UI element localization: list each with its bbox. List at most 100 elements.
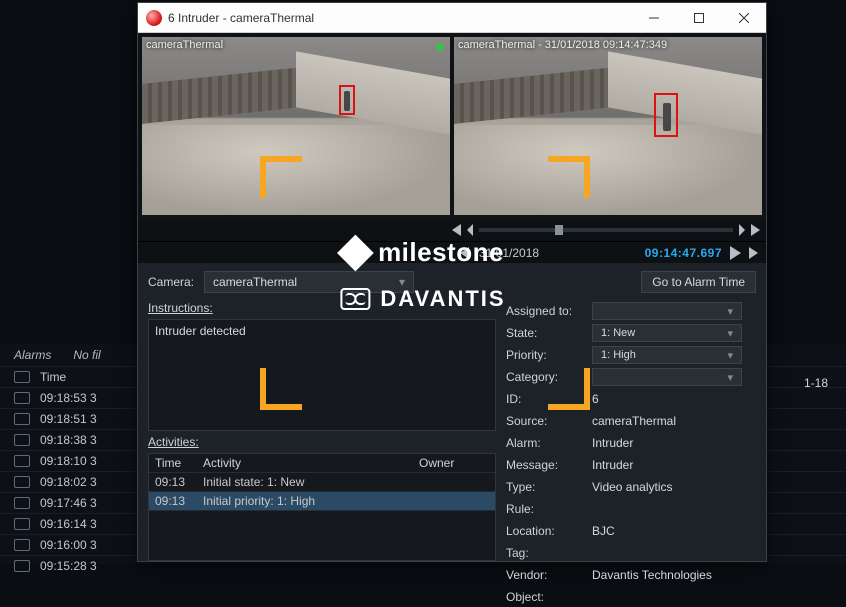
priority-label: Priority: [506,348,584,362]
instructions-text[interactable]: Intruder detected [148,319,496,431]
activity-owner [419,475,489,489]
activity-text: Initial priority: 1: High [203,494,419,508]
chevron-down-icon: ▾ [727,327,733,340]
source-value: cameraThermal [592,414,756,428]
category-dropdown[interactable]: ▾ [592,368,742,386]
alarm-time: 09:17:46 3 [40,496,97,510]
priority-value: 1: High [601,349,636,361]
camera-dropdown[interactable]: cameraThermal ▾ [204,271,414,293]
next-clip-icon[interactable] [749,247,758,259]
camera-live-view[interactable]: cameraThermal [142,37,450,215]
play-button-icon[interactable] [730,246,741,260]
detection-box-icon [339,85,355,115]
thumbnail-icon [14,497,30,509]
vendor-label: Vendor: [506,568,584,582]
activity-row[interactable]: 09:13Initial state: 1: New [149,473,495,492]
state-value: 1: New [601,327,635,339]
activities-col-activity: Activity [203,456,419,470]
vendor-value: Davantis Technologies [592,568,756,582]
type-label: Type: [506,480,584,494]
message-label: Message: [506,458,584,472]
prev-clip-icon[interactable] [460,247,469,259]
chevron-down-icon: ▾ [727,349,733,362]
location-label: Location: [506,524,584,538]
camera-left-label: cameraThermal [146,39,223,51]
seek-track[interactable] [479,228,733,232]
playback-time: 09:14:47.697 [645,246,722,260]
step-back-icon[interactable] [467,224,473,236]
alarm-time: 09:18:02 3 [40,475,97,489]
thumbnail-icon [14,539,30,551]
alarm-time: 09:16:14 3 [40,517,97,531]
thumbnail-icon [14,518,30,530]
thumbnail-icon [14,476,30,488]
camera-dropdown-value: cameraThermal [213,275,297,289]
activity-time: 09:13 [155,475,203,489]
state-label: State: [506,326,584,340]
step-fwd-icon[interactable] [739,224,745,236]
minimize-button[interactable] [631,3,676,33]
activity-text: Initial state: 1: New [203,475,419,489]
activities-col-owner: Owner [419,456,489,470]
camera-views: cameraThermal cameraThermal - 31/01/2018… [138,33,766,219]
close-button[interactable] [721,3,766,33]
maximize-button[interactable] [676,3,721,33]
thumbnail-icon [14,560,30,572]
alarm-time: 09:15:28 3 [40,559,97,573]
activities-table[interactable]: Time Activity Owner 09:13Initial state: … [148,453,496,561]
object-label: Object: [506,590,584,604]
alarm-details-panel: Assigned to: ▾ State: 1: New▾ Priority: … [506,301,756,561]
message-value: Intruder [592,458,756,472]
type-value: Video analytics [592,480,756,494]
rule-label: Rule: [506,502,584,516]
seek-knob-icon[interactable] [555,225,563,235]
alarm-time: 09:16:00 3 [40,538,97,552]
alarms-time-col: Time [40,370,66,384]
alarms-filter-status: No fil [73,348,100,362]
instructions-value: Intruder detected [155,324,246,338]
thumbnail-icon [14,371,30,383]
activities-label: Activities: [148,435,496,449]
thumbnail-icon [14,413,30,425]
state-dropdown[interactable]: 1: New ▾ [592,324,742,342]
app-icon [146,10,162,26]
status-ok-icon [436,43,444,51]
alarm-time: 09:18:51 3 [40,412,97,426]
tag-label: Tag: [506,546,584,560]
assigned-to-label: Assigned to: [506,304,584,318]
priority-dropdown[interactable]: 1: High ▾ [592,346,742,364]
source-label: Source: [506,414,584,428]
activity-time: 09:13 [155,494,203,508]
activity-owner [419,494,489,508]
playback-date: 31/01/2018 [479,246,539,260]
camera-selector-row: Camera: cameraThermal ▾ Go to Alarm Time [138,263,766,301]
chevron-down-icon: ▾ [727,371,733,384]
category-label: Category: [506,370,584,384]
activity-row[interactable]: 09:13Initial priority: 1: High [149,492,495,511]
activities-col-time: Time [155,456,203,470]
goto-alarm-time-label: Go to Alarm Time [652,275,745,289]
alarm-value: Intruder [592,436,756,450]
titlebar[interactable]: 6 Intruder - cameraThermal [138,3,766,33]
alarm-time: 09:18:10 3 [40,454,97,468]
seek-fwd-icon[interactable] [751,224,760,236]
alarms-header: Alarms [14,348,51,362]
chevron-down-icon: ▾ [399,275,405,289]
id-label: ID: [506,392,584,406]
thumbnail-icon [14,434,30,446]
seek-back-icon[interactable] [452,224,461,236]
alarm-label: Alarm: [506,436,584,450]
alarm-time: 09:18:53 3 [40,391,97,405]
instructions-label: Instructions: [148,301,496,315]
page-range-badge: 1-18 [804,376,828,390]
chevron-down-icon: ▾ [727,305,733,318]
camera-snapshot-view[interactable]: cameraThermal - 31/01/2018 09:14:47:349 [454,37,762,215]
thumbnail-icon [14,455,30,467]
assigned-to-dropdown[interactable]: ▾ [592,302,742,320]
goto-alarm-time-button[interactable]: Go to Alarm Time [641,271,756,293]
window-title: 6 Intruder - cameraThermal [168,11,631,25]
detection-box-icon [654,93,678,137]
id-value: 6 [592,392,756,406]
thumbnail-icon [14,392,30,404]
playback-datetime: 31/01/2018 09:14:47.697 [138,241,766,263]
